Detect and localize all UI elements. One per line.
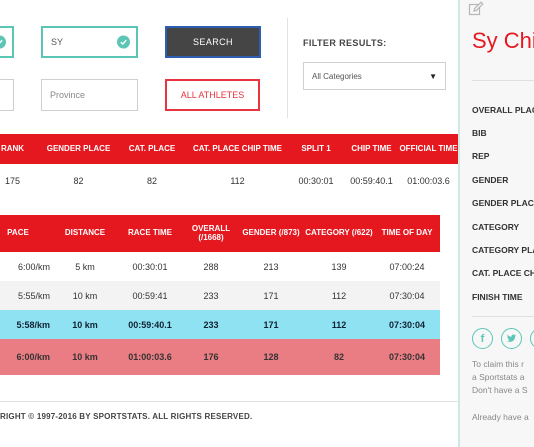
already-have-account-text: Already have a <box>472 412 529 422</box>
filter-label: FILTER RESULTS: <box>303 38 387 48</box>
table-row: 5:55/km 10 km 00:59:41 233 171 112 07:30… <box>0 281 440 310</box>
claim-line: To claim this r <box>472 359 524 369</box>
cell-category: 112 <box>304 310 374 339</box>
field-overall-place: OVERALL PLACE <box>472 104 534 115</box>
header-gender-place[interactable]: GENDER PLACE <box>40 134 117 164</box>
claim-line: Don't have a S <box>472 385 528 395</box>
cell-cat-place-chip-time: 112 <box>187 164 288 197</box>
cell-cat-place: 82 <box>117 164 187 197</box>
header-time-of-day: TIME OF DAY <box>374 215 440 252</box>
cell-time-of-day: 07:30:04 <box>374 310 440 339</box>
header-overall: OVERALL (/1668) <box>184 215 238 252</box>
cell-rank: 175 <box>0 164 40 197</box>
category-select-value: All Categories <box>312 71 362 81</box>
cell-distance: 10 km <box>54 281 116 310</box>
cell-category: 82 <box>304 339 374 375</box>
field-bib: BIB <box>472 128 487 139</box>
cell-overall: 176 <box>184 339 238 375</box>
cell-race-time: 00:59:40.1 <box>116 310 184 339</box>
header-rank[interactable]: RANK <box>0 134 40 164</box>
field-gender: GENDER <box>472 174 509 185</box>
table-header-row: PACE DISTANCE RACE TIME OVERALL (/1668) … <box>0 215 440 252</box>
cell-category: 139 <box>304 252 374 281</box>
cell-gender: 171 <box>238 310 304 339</box>
cell-time-of-day: 07:30:04 <box>374 339 440 375</box>
name-input-last[interactable]: SY <box>41 26 138 58</box>
cell-distance: 5 km <box>54 252 116 281</box>
table-row-chip-time: 5:58/km 10 km 00:59:40.1 233 171 112 07:… <box>0 310 440 339</box>
cell-gender: 213 <box>238 252 304 281</box>
cell-pace: 6:00/km <box>0 252 54 281</box>
results-main: SY Province SEARCH ALL ATHLETES FILTER R… <box>0 0 458 447</box>
cell-overall: 233 <box>184 281 238 310</box>
table-row: 6:00/km 5 km 00:30:01 288 213 139 07:00:… <box>0 252 440 281</box>
divider <box>287 18 288 118</box>
header-gender: GENDER (/873) <box>238 215 304 252</box>
name-input-first[interactable] <box>0 26 14 58</box>
header-distance: DISTANCE <box>54 215 116 252</box>
header-official-time[interactable]: OFFICIAL TIME <box>399 134 458 164</box>
cell-race-time: 00:30:01 <box>116 252 184 281</box>
cell-gender-place: 82 <box>40 164 117 197</box>
cell-race-time: 01:00:03.6 <box>116 339 184 375</box>
cell-overall: 288 <box>184 252 238 281</box>
claim-text: To claim this r a Sportstats a Don't hav… <box>472 358 528 397</box>
category-select[interactable]: All Categories ▼ <box>303 62 446 90</box>
city-input[interactable] <box>0 79 14 111</box>
cell-overall: 233 <box>184 310 238 339</box>
caret-down-icon: ▼ <box>429 71 437 81</box>
share-icon[interactable] <box>530 328 534 349</box>
header-chip-time[interactable]: CHIP TIME <box>344 134 399 164</box>
check-icon <box>0 35 6 49</box>
sidebar-divider <box>472 80 534 81</box>
cell-pace: 5:55/km <box>0 281 54 310</box>
table-header-row: RANK GENDER PLACE CAT. PLACE CAT. PLACE … <box>0 134 458 164</box>
name-input-last-value: SY <box>51 37 64 47</box>
cell-gender: 128 <box>238 339 304 375</box>
athlete-name: Sy Chi <box>472 28 534 53</box>
header-race-time: RACE TIME <box>116 215 184 252</box>
cell-time-of-day: 07:30:04 <box>374 281 440 310</box>
twitter-icon[interactable] <box>501 328 522 349</box>
cell-distance: 10 km <box>54 310 116 339</box>
field-gender-place: GENDER PLACE <box>472 198 534 209</box>
field-cat-place-chip-time: CAT. PLACE CHIP TIME <box>472 268 534 279</box>
cell-time-of-day: 07:00:24 <box>374 252 440 281</box>
athlete-sidebar: Sy Chi OVERALL PLACE BIB REP GENDER GEND… <box>458 0 534 447</box>
splits-table: PACE DISTANCE RACE TIME OVERALL (/1668) … <box>0 215 440 375</box>
table-row-official-time: 6:00/km 10 km 01:00:03.6 176 128 82 07:3… <box>0 339 440 375</box>
cell-pace: 5:58/km <box>0 310 54 339</box>
province-placeholder: Province <box>50 90 86 100</box>
cell-gender: 171 <box>238 281 304 310</box>
field-rep: REP <box>472 151 490 162</box>
field-category-place: CATEGORY PLACE <box>472 245 534 256</box>
footer-divider <box>0 401 458 402</box>
cell-category: 112 <box>304 281 374 310</box>
footer-copyright: RIGHT © 1997-2016 BY SPORTSTATS. ALL RIG… <box>0 412 253 421</box>
cell-pace: 6:00/km <box>0 339 54 375</box>
overall-results-table: RANK GENDER PLACE CAT. PLACE CAT. PLACE … <box>0 134 458 197</box>
cell-race-time: 00:59:41 <box>116 281 184 310</box>
field-finish-time: FINISH TIME <box>472 291 523 302</box>
facebook-icon[interactable]: f <box>472 328 493 349</box>
cell-official-time: 01:00:03.6 <box>399 164 458 197</box>
athlete-fields-list: OVERALL PLACE BIB REP GENDER GENDER PLAC… <box>472 98 534 309</box>
header-split-1[interactable]: SPLIT 1 <box>288 134 344 164</box>
check-icon <box>117 35 130 49</box>
header-cat-place[interactable]: CAT. PLACE <box>117 134 187 164</box>
all-athletes-button[interactable]: ALL ATHLETES <box>165 79 260 111</box>
search-button[interactable]: SEARCH <box>165 26 261 58</box>
cell-chip-time: 00:59:40.1 <box>344 164 399 197</box>
province-input[interactable]: Province <box>41 79 138 111</box>
cell-split-1: 00:30:01 <box>288 164 344 197</box>
claim-line: a Sportstats a <box>472 372 525 382</box>
sidebar-divider <box>472 316 534 317</box>
header-category: CATEGORY (/622) <box>304 215 374 252</box>
header-pace: PACE <box>0 215 54 252</box>
header-cat-place-chip-time[interactable]: CAT. PLACE CHIP TIME <box>187 134 288 164</box>
field-category: CATEGORY <box>472 221 520 232</box>
pencil-icon[interactable] <box>468 1 484 17</box>
table-row: 175 82 82 112 00:30:01 00:59:40.1 01:00:… <box>0 164 458 197</box>
cell-distance: 10 km <box>54 339 116 375</box>
